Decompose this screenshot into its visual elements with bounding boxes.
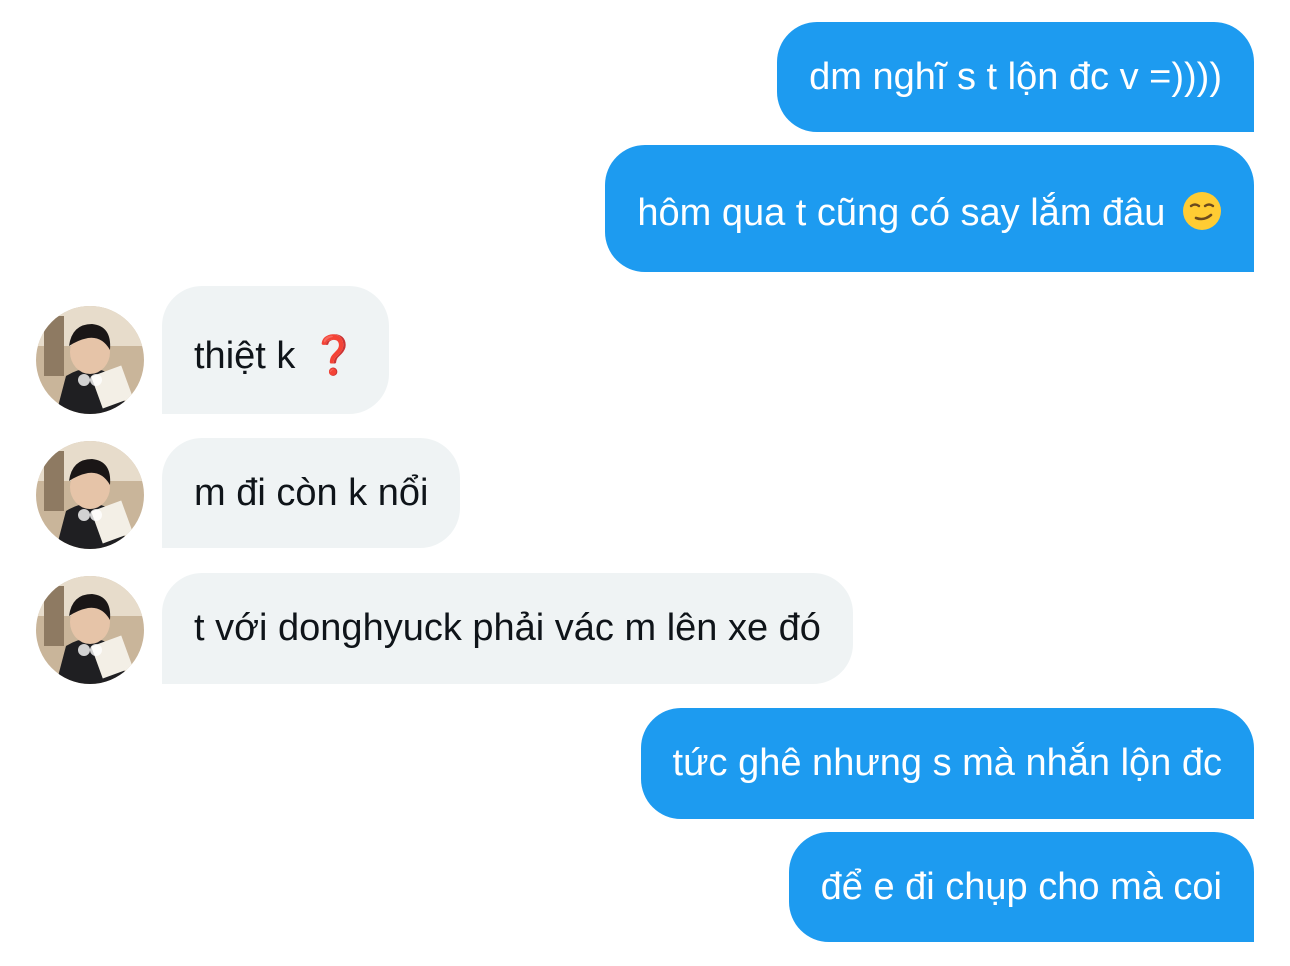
message-bubble-received[interactable]: m đi còn k nổi	[162, 438, 461, 548]
message-bubble-sent[interactable]: để e đi chụp cho mà coi	[788, 832, 1254, 942]
profile-photo-icon	[36, 441, 144, 549]
message-text: dm nghĩ s t lộn đc v =))))	[809, 56, 1222, 98]
message-text: hôm qua t cũng có say lắm đâu	[637, 192, 1166, 234]
message-bubble-sent[interactable]: hôm qua t cũng có say lắm đâu	[605, 145, 1254, 272]
avatar[interactable]	[36, 576, 144, 684]
avatar[interactable]	[36, 441, 144, 549]
smirk-emoji-icon	[1183, 192, 1221, 230]
message-text: t với donghyuck phải vác m lên xe đó	[194, 607, 821, 649]
message-text: tức ghê nhưng s mà nhắn lộn đc	[672, 742, 1222, 784]
message-bubble-received[interactable]: t với donghyuck phải vác m lên xe đó	[162, 573, 853, 684]
message-bubble-sent[interactable]: dm nghĩ s t lộn đc v =))))	[777, 22, 1254, 132]
message-bubble-sent[interactable]: tức ghê nhưng s mà nhắn lộn đc	[640, 708, 1254, 819]
message-bubble-received[interactable]: thiệt k ❓	[162, 286, 390, 414]
message-text: m đi còn k nổi	[194, 472, 429, 514]
avatar[interactable]	[36, 306, 144, 414]
message-text: thiệt k	[194, 335, 296, 377]
profile-photo-icon	[36, 576, 144, 684]
question-mark-emoji: ❓	[309, 335, 358, 377]
profile-photo-icon	[36, 306, 144, 414]
message-text: để e đi chụp cho mà coi	[820, 866, 1222, 908]
